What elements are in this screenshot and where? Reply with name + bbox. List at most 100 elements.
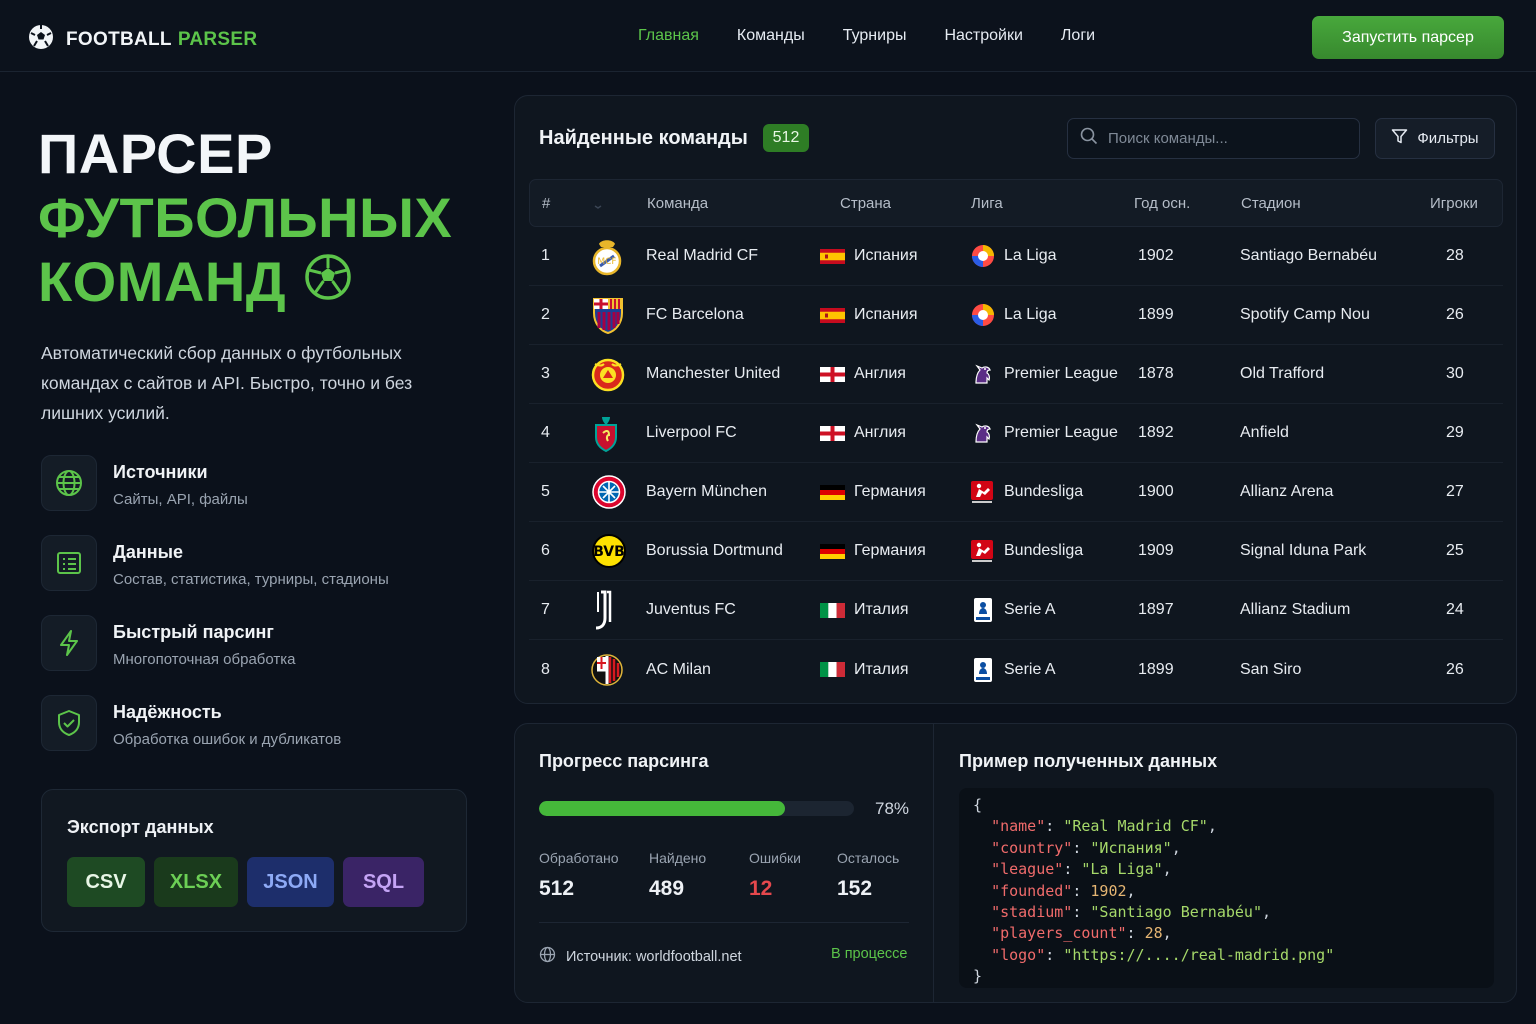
team-name[interactable]: FC Barcelona — [646, 286, 744, 344]
bundesliga-league-icon — [970, 479, 996, 505]
players-count: 25 — [1446, 542, 1464, 559]
founded-year: 1899 — [1138, 306, 1174, 323]
json-key: "country" — [991, 838, 1073, 857]
league-cell: La Liga — [970, 286, 1057, 344]
json-value: 28 — [1144, 924, 1163, 943]
feature-item: Надёжность Обработка ошибок и дубликатов — [41, 695, 461, 775]
json-value: 1902 — [1090, 881, 1127, 900]
brand-logo[interactable]: FOOTBALL PARSER — [28, 24, 257, 56]
team-search-input[interactable] — [1108, 130, 1338, 147]
sample-json-code: { "name": "Real Madrid CF", "country": "… — [959, 788, 1494, 988]
dortmund-logo-icon: BVB — [591, 522, 627, 580]
nav-logs[interactable]: Логи — [1061, 27, 1095, 45]
feature-item: Источники Сайты, API, файлы — [41, 455, 461, 535]
founded-year: 1878 — [1138, 365, 1174, 382]
team-name[interactable]: Juventus FC — [646, 581, 736, 639]
table-row[interactable]: 3 Manchester United Англия Premier League 18… — [529, 345, 1503, 404]
row-number: 2 — [541, 306, 550, 323]
progress-title: Прогресс парсинга — [539, 751, 709, 771]
stadium-name: San Siro — [1240, 660, 1302, 678]
league-cell: La Liga — [970, 227, 1057, 285]
hero-title: ПАРСЕР ФУТБОЛЬНЫХ КОМАНД — [38, 122, 452, 314]
feature-subtitle: Обработка ошибок и дубликатов — [113, 731, 342, 748]
country-cell: Англия — [820, 404, 906, 462]
filters-button[interactable]: Фильтры — [1375, 118, 1495, 159]
feature-subtitle: Сайты, API, файлы — [113, 491, 248, 508]
spain-flag-icon — [820, 248, 845, 264]
team-name[interactable]: Liverpool FC — [646, 404, 737, 462]
nav-teams[interactable]: Команды — [737, 27, 805, 45]
league-cell: Bundesliga — [970, 522, 1083, 580]
col-header-league[interactable]: Лига — [971, 180, 1003, 226]
json-key: "players_count" — [991, 924, 1127, 943]
export-buttons: CSV XLSX JSON SQL — [67, 857, 424, 907]
source-text: Источник: worldfootball.net — [566, 948, 742, 965]
sort-icon[interactable] — [592, 180, 604, 226]
table-row[interactable]: 2 FC Barcelona Испания La Liga 1899 Spotify C… — [529, 286, 1503, 345]
export-xlsx-button[interactable]: XLSX — [154, 857, 238, 907]
players-count: 28 — [1446, 247, 1464, 264]
col-header-country[interactable]: Страна — [840, 180, 891, 226]
globe-icon — [539, 946, 556, 967]
players-count: 27 — [1446, 483, 1464, 500]
col-header-team[interactable]: Команда — [647, 180, 708, 226]
table-header: # Команда Страна Лига Год осн. Стадион И… — [529, 179, 1503, 227]
json-key: "logo" — [991, 945, 1046, 964]
col-header-stadium[interactable]: Стадион — [1241, 180, 1301, 226]
team-name[interactable]: Manchester United — [646, 345, 780, 403]
col-header-players[interactable]: Игроки — [1430, 180, 1478, 226]
export-json-button[interactable]: JSON — [247, 857, 334, 907]
table-row[interactable]: 5 Bayern München Германия Bundesliga 1900 All… — [529, 463, 1503, 522]
bayern-logo-icon — [591, 463, 627, 521]
germany-flag-icon — [820, 484, 845, 500]
laliga-league-icon — [970, 302, 996, 328]
nav-settings[interactable]: Настройки — [944, 27, 1022, 45]
list-icon — [41, 535, 97, 591]
nav-home[interactable]: Главная — [638, 27, 699, 45]
team-name[interactable]: Borussia Dortmund — [646, 522, 783, 580]
feature-title: Источники — [113, 462, 208, 482]
league-name: Premier League — [1004, 424, 1118, 441]
team-name[interactable]: Real Madrid CF — [646, 227, 758, 285]
table-row[interactable]: 1 MCF Real Madrid CF Испания La Liga 1902 Sant… — [529, 227, 1503, 286]
stat-value: 152 — [837, 877, 873, 900]
table-row[interactable]: 4 Liverpool FC Англия Premier League 1892 Anf… — [529, 404, 1503, 463]
search-icon — [1080, 127, 1098, 150]
country-cell: Англия — [820, 345, 906, 403]
run-parser-button[interactable]: Запустить парсер — [1312, 16, 1504, 59]
league-name: La Liga — [1004, 247, 1057, 264]
nav-tournaments[interactable]: Турниры — [843, 27, 907, 45]
brand-name-part2: PARSER — [177, 29, 258, 50]
stat-errors: Ошибки 12 — [749, 850, 801, 901]
spain-flag-icon — [820, 307, 845, 323]
export-sql-button[interactable]: SQL — [343, 857, 424, 907]
country-name: Испания — [854, 306, 918, 323]
divider — [539, 922, 909, 923]
team-name[interactable]: Bayern München — [646, 463, 767, 521]
feature-title: Быстрый парсинг — [113, 622, 274, 642]
col-header-num[interactable]: # — [542, 180, 550, 226]
json-value: "La Liga" — [1081, 860, 1163, 879]
stadium-name: Spotify Camp Nou — [1240, 306, 1370, 323]
filter-icon — [1391, 128, 1408, 149]
col-header-year[interactable]: Год осн. — [1134, 180, 1190, 226]
shield-check-icon — [41, 695, 97, 751]
seriea-league-icon — [970, 657, 996, 683]
row-number: 5 — [541, 483, 550, 500]
export-csv-button[interactable]: CSV — [67, 857, 145, 907]
table-row[interactable]: 6 BVB Borussia Dortmund Германия Bundesliga 1… — [529, 522, 1503, 581]
laliga-league-icon — [970, 243, 996, 269]
hero-description: Автоматический сбор данных о футбольных … — [41, 343, 413, 423]
table-row[interactable]: 8 AC Milan Италия Serie A 1899 San Siro 26 — [529, 640, 1503, 699]
lightning-icon — [41, 615, 97, 671]
hero-line-3-wrap: КОМАНД — [38, 250, 452, 314]
teams-table: # Команда Страна Лига Год осн. Стадион И… — [529, 179, 1503, 699]
england-flag-icon — [820, 425, 845, 441]
league-cell: Bundesliga — [970, 463, 1083, 521]
founded-year: 1900 — [1138, 483, 1174, 500]
table-row[interactable]: 7 Juventus FC Италия Serie A 1897 Allianz Sta… — [529, 581, 1503, 640]
country-name: Испания — [854, 247, 918, 264]
founded-year: 1892 — [1138, 424, 1174, 441]
team-name[interactable]: AC Milan — [646, 640, 711, 699]
progress-percent: 78% — [875, 799, 910, 818]
